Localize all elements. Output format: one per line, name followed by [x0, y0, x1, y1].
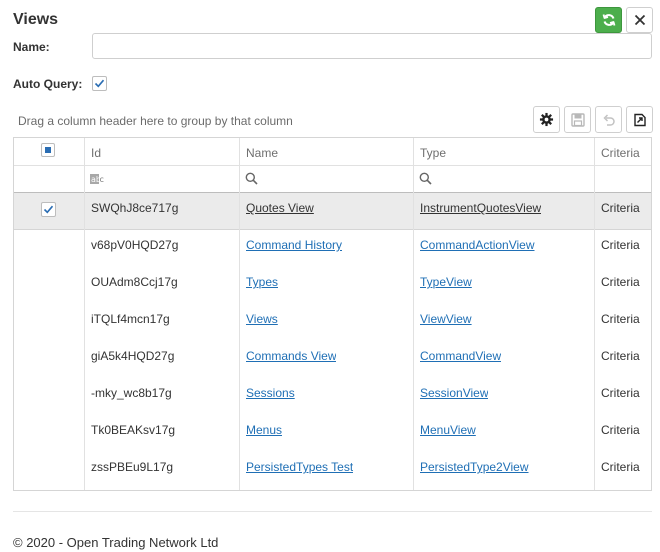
- search-icon: [419, 172, 432, 185]
- abc-filter-icon: ab c: [90, 174, 104, 184]
- svg-text:c: c: [100, 175, 104, 184]
- row-type-link[interactable]: MenuView: [420, 423, 476, 437]
- auto-query-label: Auto Query:: [13, 77, 83, 91]
- row-criteria-cell: Criteria: [601, 460, 640, 474]
- row-criteria-cell: Criteria: [601, 423, 640, 437]
- row-criteria-cell: Criteria: [601, 275, 640, 289]
- row-name-link[interactable]: Commands View: [246, 349, 336, 363]
- row-name-link[interactable]: Sessions: [246, 386, 295, 400]
- row-type-link[interactable]: InstrumentQuotesView: [420, 201, 541, 215]
- row-id-cell: v68pV0HQD27g: [91, 238, 179, 252]
- checkmark-icon: [43, 205, 54, 214]
- search-icon: [245, 172, 258, 185]
- row-id-cell: Tk0BEAKsv17g: [91, 423, 176, 437]
- settings-button[interactable]: [533, 106, 560, 133]
- export-button[interactable]: [626, 106, 653, 133]
- row-name-link[interactable]: PersistedTypes Test: [246, 460, 353, 474]
- select-all-checkbox[interactable]: [41, 143, 55, 157]
- close-icon: [634, 14, 645, 26]
- column-header-id[interactable]: Id: [91, 146, 101, 160]
- row-criteria-cell: Criteria: [601, 238, 640, 252]
- page-title: Views: [13, 11, 59, 28]
- row-type-link[interactable]: ViewView: [420, 312, 472, 326]
- row-type-link[interactable]: SessionView: [420, 386, 488, 400]
- row-name-link[interactable]: Views: [246, 312, 278, 326]
- row-type-link[interactable]: CommandActionView: [420, 238, 535, 252]
- views-grid: Id Name Type Criteria ab c SWQhJ8ce717g Q…: [13, 137, 652, 491]
- undo-icon: [602, 113, 615, 126]
- name-filter[interactable]: [245, 172, 258, 190]
- group-by-hint: Drag a column header here to group by th…: [18, 114, 293, 128]
- row-criteria-cell: Criteria: [601, 201, 640, 215]
- id-filter[interactable]: ab c: [90, 172, 106, 190]
- row-criteria-cell: Criteria: [601, 386, 640, 400]
- row-id-cell: giA5k4HQD27g: [91, 349, 175, 363]
- row-type-link[interactable]: PersistedType2View: [420, 460, 529, 474]
- undo-button[interactable]: [595, 106, 622, 133]
- row-criteria-cell: Criteria: [601, 349, 640, 363]
- row-name-link[interactable]: Menus: [246, 423, 282, 437]
- type-filter[interactable]: [419, 172, 432, 190]
- row-name-link[interactable]: Command History: [246, 238, 342, 252]
- auto-query-checkbox[interactable]: [92, 76, 107, 91]
- export-icon: [633, 113, 646, 126]
- checkmark-icon: [94, 79, 105, 88]
- close-button[interactable]: [626, 7, 653, 33]
- row-name-link[interactable]: Types: [246, 275, 278, 289]
- row-criteria-cell: Criteria: [601, 312, 640, 326]
- row-id-cell: zssPBEu9L17g: [91, 460, 174, 474]
- row-id-cell: iTQLf4mcn17g: [91, 312, 170, 326]
- footer-copyright: © 2020 - Open Trading Network Ltd: [13, 535, 219, 550]
- gear-icon: [539, 112, 554, 127]
- column-header-name[interactable]: Name: [246, 146, 278, 160]
- save-icon: [570, 112, 585, 127]
- indeterminate-icon: [45, 147, 51, 153]
- column-header-criteria[interactable]: Criteria: [601, 146, 640, 160]
- refresh-button[interactable]: [595, 7, 622, 33]
- row-id-cell: OUAdm8Ccj17g: [91, 275, 178, 289]
- row-checkbox[interactable]: [41, 202, 56, 217]
- column-header-type[interactable]: Type: [420, 146, 446, 160]
- name-label: Name:: [13, 40, 50, 54]
- row-id-cell: -mky_wc8b17g: [91, 386, 172, 400]
- refresh-icon: [602, 14, 615, 26]
- row-type-link[interactable]: TypeView: [420, 275, 472, 289]
- save-button[interactable]: [564, 106, 591, 133]
- name-input[interactable]: [92, 33, 652, 59]
- row-id-cell: SWQhJ8ce717g: [91, 201, 179, 215]
- row-name-link[interactable]: Quotes View: [246, 201, 314, 215]
- footer-divider: [13, 511, 652, 512]
- row-type-link[interactable]: CommandView: [420, 349, 501, 363]
